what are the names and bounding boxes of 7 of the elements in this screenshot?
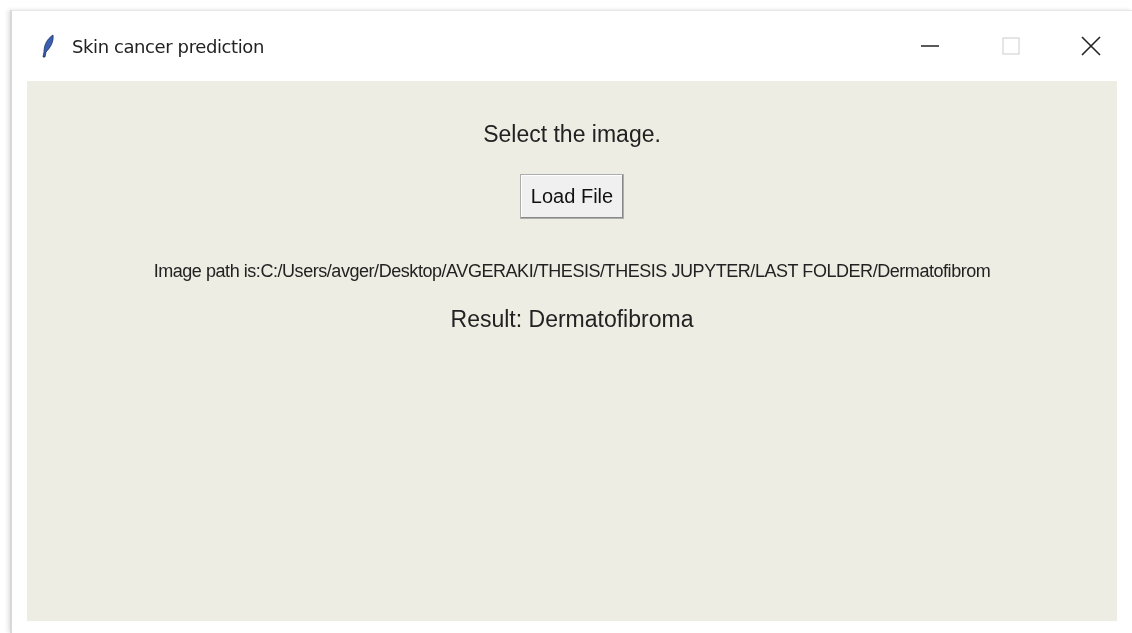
close-icon[interactable] <box>1079 34 1103 58</box>
load-file-button[interactable]: Load File <box>519 174 625 219</box>
prompt-label: Select the image. <box>483 121 661 148</box>
feather-icon <box>41 34 55 58</box>
result-label: Result: Dermatofibroma <box>450 306 694 333</box>
image-path-label: Image path is:C:/Users/avger/Desktop/AVGERAKI/THESIS/THESIS JUPYTER/LAST FOLDER/Dermatofibrom <box>153 261 991 282</box>
window-title: Skin cancer prediction <box>72 35 264 57</box>
